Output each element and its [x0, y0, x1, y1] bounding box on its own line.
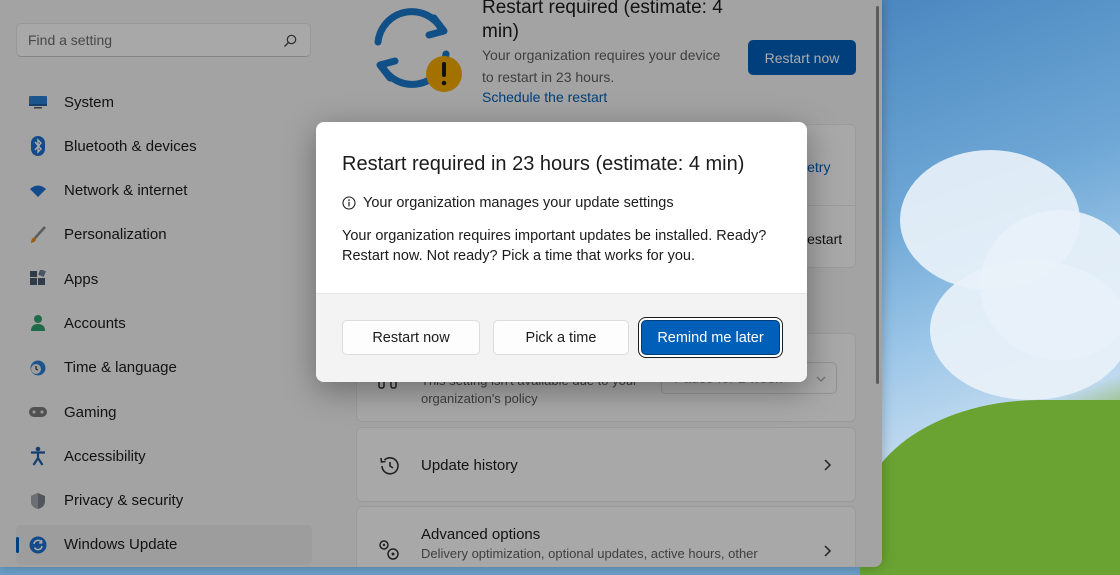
dialog-body: Your organization requires important upd… [342, 228, 767, 264]
restart-now-button[interactable]: Restart now [342, 320, 480, 355]
restart-dialog: Restart required in 23 hours (estimate: … [316, 122, 807, 382]
dialog-info-text: Your organization manages your update se… [363, 195, 674, 211]
dialog-title: Restart required in 23 hours (estimate: … [342, 153, 745, 175]
dialog-info: Your organization manages your update se… [342, 195, 674, 211]
dialog-footer: Restart now Pick a time Remind me later [316, 293, 807, 382]
info-icon [342, 196, 356, 210]
pick-a-time-button[interactable]: Pick a time [493, 320, 629, 355]
wallpaper-cloud [930, 260, 1120, 400]
remind-me-later-button[interactable]: Remind me later [641, 320, 780, 355]
